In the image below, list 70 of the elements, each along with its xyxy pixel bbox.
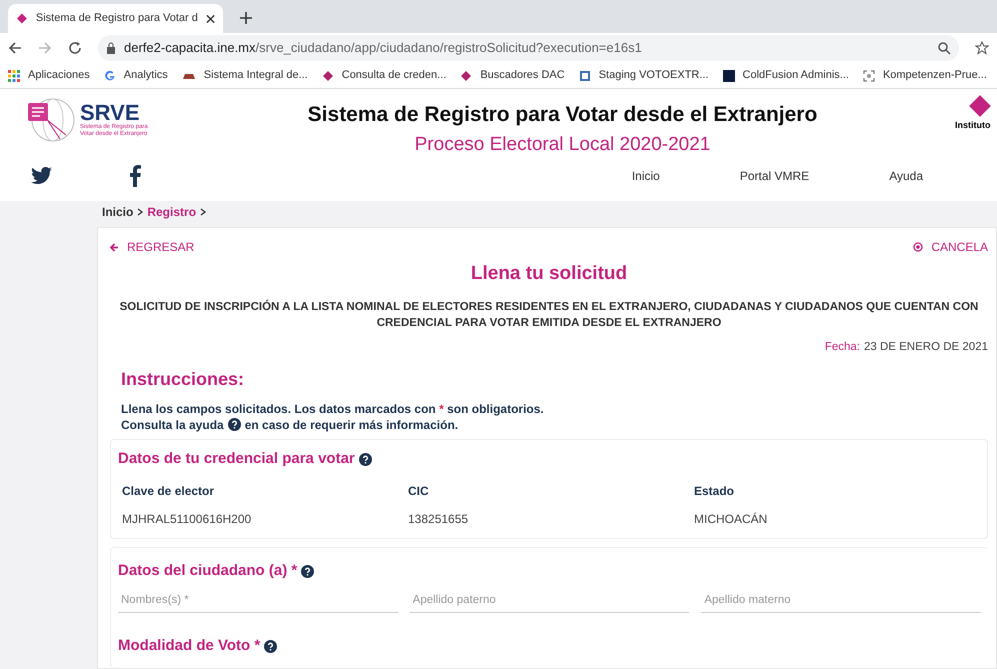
request-title: SOLICITUD DE INSCRIPCIÓN A LA LISTA NOMINAL DE ELECTORES RESIDENTES EN EL EXTRANJERO, CIUDADANAS Y CIUDADANOS QUE CUENTAN CON CREDENCIAL PARA VOTAR EMITIDA DESDE EL EXTRANJERO <box>118 298 980 330</box>
text-field[interactable]: Apellido paterno <box>410 588 690 613</box>
close-icon[interactable] <box>206 14 215 24</box>
logo-text: SRVE <box>80 102 141 124</box>
instructions-heading: Instrucciones: <box>121 368 246 391</box>
section-heading: Modalidad de Voto * <box>118 636 260 656</box>
bookmark-link[interactable]: Consulta de creden... <box>322 67 446 84</box>
institute-logo-text: Instituto <box>955 119 990 132</box>
diamond-logo-icon <box>967 93 993 119</box>
back-arrow-icon[interactable] <box>8 41 22 55</box>
lock-icon <box>106 42 116 54</box>
instructions-text: en caso de requerir más información. <box>244 416 458 433</box>
nav-link[interactable]: Portal VMRE <box>740 167 810 185</box>
twitter-icon[interactable] <box>31 167 53 185</box>
diamond-logo-icon <box>16 12 28 25</box>
site-subtitle: Proceso Electoral Local 2020-2021 <box>414 132 710 156</box>
text-field[interactable]: Nombres(s) * <box>118 588 398 613</box>
nav-link[interactable]: Inicio <box>632 167 660 185</box>
bookmark-link[interactable]: Kompetenzen-Prue... <box>862 67 987 84</box>
field-value: 138251655 <box>408 511 470 528</box>
bookmark-link[interactable]: Sistema Integral de... <box>182 67 308 84</box>
facebook-icon[interactable] <box>129 165 141 187</box>
star-icon[interactable] <box>975 41 989 55</box>
nav-link[interactable]: Ayuda <box>889 167 923 185</box>
cancel-circle-icon <box>913 242 924 252</box>
section-heading: Datos de tu credencial para votar <box>118 448 355 469</box>
google-g-icon <box>104 70 116 82</box>
breadcrumb-link[interactable]: Registro <box>147 203 196 221</box>
field-label: Clave de elector <box>122 483 216 500</box>
site-title: Sistema de Registro para Votar desde el Extranjero <box>308 102 818 128</box>
cancel-link[interactable]: CANCELA <box>913 238 988 256</box>
apps-grid-icon <box>8 70 20 82</box>
date-label: Fecha: <box>824 340 860 354</box>
bookmark-link[interactable]: Aplicaciones <box>8 67 90 84</box>
square-icon <box>722 70 735 82</box>
scan-frame-icon <box>862 70 875 82</box>
zoom-icon[interactable] <box>938 42 951 54</box>
back-arrow-icon <box>110 242 119 252</box>
bookmark-link[interactable]: Analytics <box>104 67 168 84</box>
help-icon[interactable] <box>264 640 278 653</box>
new-tab-icon[interactable] <box>239 11 253 25</box>
field-label: Estado <box>694 483 736 500</box>
instructions-text: Consulta la ayuda <box>121 416 224 433</box>
document-icon <box>578 70 591 82</box>
text-field[interactable]: Apellido materno <box>701 588 981 613</box>
help-icon[interactable] <box>228 418 241 432</box>
bookmark-link[interactable]: Buscadores DAC <box>460 67 565 84</box>
bookmark-link[interactable]: ColdFusion Adminis... <box>722 67 849 84</box>
field-value: MJHRAL51100616H200 <box>122 511 252 528</box>
section-heading: Datos del ciudadano (a) * <box>118 561 298 582</box>
field-value: MICHOACÁN <box>694 511 768 528</box>
breadcrumb-link[interactable]: Inicio <box>102 203 134 221</box>
help-icon[interactable] <box>301 565 314 578</box>
browser-tab[interactable]: Sistema de Registro para Votar d <box>8 4 223 33</box>
date-value: 23 DE ENERO DE 2021 <box>864 340 988 354</box>
tab-title: Sistema de Registro para Votar d <box>36 11 198 26</box>
diamond-icon <box>460 70 472 82</box>
form-heading: Llena tu solicitud <box>470 262 628 286</box>
help-icon[interactable] <box>358 452 372 466</box>
instructions-text: Llena los campos solicitados. Los datos marcados con * son obligatorios. <box>121 400 545 417</box>
bookmark-link[interactable]: Staging VOTOEXTR... <box>578 67 709 84</box>
reload-icon[interactable] <box>68 41 82 55</box>
back-link[interactable]: REGRESAR <box>110 238 194 256</box>
chevron-icon <box>200 208 206 216</box>
field-label: CIC <box>408 483 430 500</box>
diamond-icon <box>322 70 334 82</box>
address-bar[interactable]: derfe2-capacita.ine.mx/srve_ciudadano/app/ciudadano/registroSolicitud?execution=e16s1 <box>98 35 959 61</box>
url-text: derfe2-capacita.ine.mx/srve_ciudadano/app/ciudadano/registroSolicitud?execution=e16s1 <box>124 39 642 58</box>
chevron-icon <box>137 208 144 216</box>
globe-logo-icon <box>26 97 76 143</box>
